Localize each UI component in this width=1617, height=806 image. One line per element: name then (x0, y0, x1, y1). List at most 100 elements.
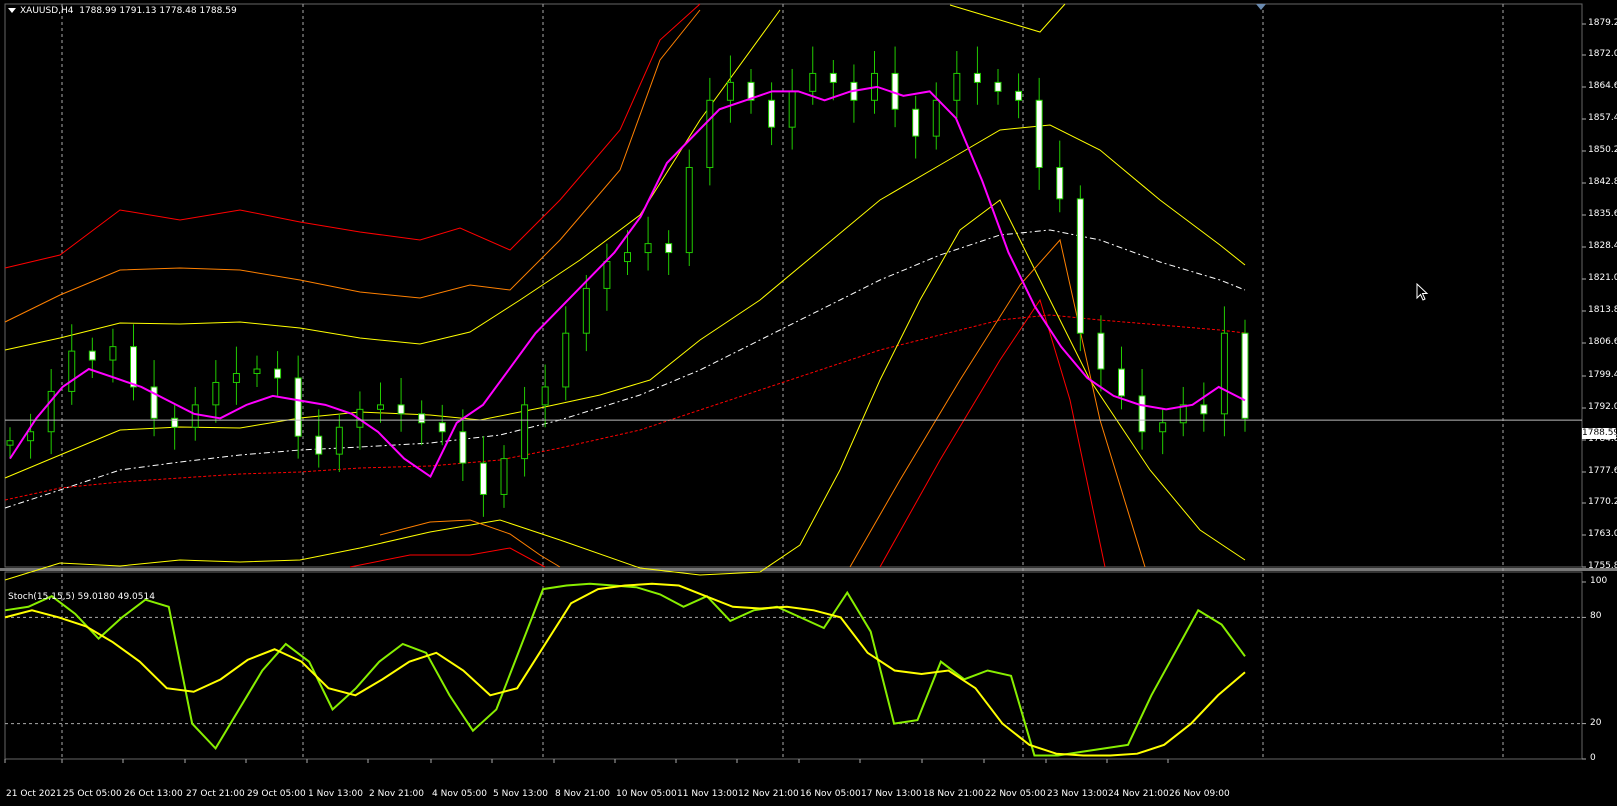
stoch-tick-label: 100 (1590, 576, 1608, 586)
candle-body (418, 413, 426, 424)
envelope-red-upper (4, 3, 701, 269)
x-tick-label: 8 Nov 21:00 (555, 789, 610, 799)
candle-body (912, 108, 920, 137)
envelope-orange-upper (4, 9, 701, 323)
x-tick-label: 4 Nov 05:00 (432, 789, 487, 799)
x-tick-label: 22 Nov 05:00 (985, 789, 1046, 799)
trading-chart-window[interactable]: XAUUSD,H4 1788.99 1791.13 1778.48 1788.5… (0, 0, 1617, 806)
stoch-tick-label: 80 (1590, 611, 1602, 622)
candle-body (644, 243, 652, 254)
candle-body (88, 350, 96, 361)
chart-symbol-header: XAUUSD,H4 1788.99 1791.13 1778.48 1788.5… (8, 6, 237, 16)
candle-body (315, 435, 323, 455)
candle-body (1220, 332, 1228, 415)
candle-body (994, 81, 1002, 92)
y-tick-label: 1755.80 (1588, 561, 1617, 571)
stoch-tick-label: 0 (1590, 753, 1596, 763)
x-tick-label: 1 Nov 13:00 (308, 789, 363, 799)
x-tick-label: 24 Nov 21:00 (1108, 789, 1169, 799)
candle-body (1159, 422, 1167, 433)
x-tick-label: 27 Oct 21:00 (186, 789, 245, 799)
x-tick-label: 18 Nov 21:00 (923, 789, 984, 799)
candle-body (212, 381, 220, 406)
y-tick-label: 1770.20 (1588, 497, 1617, 507)
stochastic-title: Stoch(15,15,5) 59.0180 49.0514 (8, 592, 155, 602)
dropdown-triangle-icon[interactable] (8, 8, 16, 13)
stoch-tick-label: 20 (1590, 717, 1602, 728)
candle-body (829, 72, 837, 83)
envelope-red-lower-right (879, 298, 1106, 568)
candle-body (685, 166, 693, 254)
candle-body (1138, 395, 1146, 433)
y-tick-label: 1879.20 (1588, 18, 1617, 28)
candle-body (932, 99, 940, 137)
x-tick-label: 12 Nov 21:00 (738, 789, 799, 799)
y-tick-label: 1828.40 (1588, 241, 1617, 251)
y-tick-label: 1806.60 (1588, 337, 1617, 347)
candle-body (479, 462, 487, 495)
candle-body (68, 350, 76, 392)
candle-body (500, 458, 508, 495)
x-tick-label: 5 Nov 13:00 (493, 789, 548, 799)
candle-body (706, 99, 714, 168)
panel-separator (0, 568, 1617, 571)
candle-body (377, 404, 384, 410)
candle-body (232, 373, 240, 383)
envelope-red-lower (349, 547, 546, 568)
candle-body (1035, 99, 1043, 168)
x-tick-label: 17 Nov 13:00 (861, 789, 922, 799)
envelope-yellow-upper (4, 9, 781, 351)
chart-canvas[interactable] (0, 0, 1617, 806)
y-tick-label: 1864.60 (1588, 81, 1617, 91)
candle-body (397, 404, 405, 415)
stoch-signal-line (4, 582, 1246, 757)
candle-body (253, 368, 261, 375)
x-tick-label: 25 Oct 05:00 (63, 789, 122, 799)
candle-body (582, 287, 590, 334)
y-tick-label: 1792.00 (1588, 402, 1617, 412)
y-tick-label: 1799.40 (1588, 370, 1617, 380)
envelope-yellow-top-right (949, 3, 1066, 33)
candle-body (768, 99, 776, 128)
candle-body (130, 346, 137, 388)
candle-body (294, 377, 302, 437)
candle-body (603, 261, 611, 289)
candle-body (1118, 368, 1125, 397)
x-tick-label: 10 Nov 05:00 (616, 789, 677, 799)
candle-body (1076, 198, 1084, 334)
y-tick-label: 1857.40 (1588, 113, 1617, 123)
candle-body (191, 404, 199, 428)
candle-body (809, 72, 817, 92)
stoch-main-line (4, 582, 1246, 757)
candle-body (274, 368, 282, 379)
mouse-pointer-icon (1416, 283, 1429, 301)
candle-body (1241, 332, 1249, 419)
x-tick-label: 29 Oct 05:00 (247, 789, 306, 799)
candle-body (953, 72, 961, 101)
y-tick-label: 1850.20 (1588, 145, 1617, 155)
x-tick-label: 16 Nov 05:00 (800, 789, 861, 799)
y-tick-label: 1872.00 (1588, 49, 1617, 59)
candle-body (521, 404, 529, 460)
moving-average-white (4, 229, 1246, 509)
x-tick-label: 2 Nov 21:00 (369, 789, 424, 799)
y-tick-label: 1763.00 (1588, 529, 1617, 539)
candle-body (27, 431, 35, 442)
stochastic-panel-frame (4, 571, 1583, 760)
x-tick-label: 26 Nov 09:00 (1169, 789, 1230, 799)
candle-body (109, 346, 117, 361)
candle-body (6, 440, 14, 446)
y-tick-label: 1835.60 (1588, 209, 1617, 219)
x-tick-label: 21 Oct 2021 (6, 789, 62, 799)
candle-body (541, 386, 549, 406)
y-tick-label: 1842.80 (1588, 177, 1617, 187)
candle-body (562, 332, 570, 388)
chart-shift-marker-icon (1256, 4, 1266, 10)
ohlc-readout: 1788.99 1791.13 1778.48 1788.59 (79, 6, 237, 16)
x-tick-label: 11 Nov 13:00 (677, 789, 738, 799)
y-tick-label: 1777.60 (1588, 466, 1617, 476)
candle-body (1015, 90, 1023, 101)
main-panel-frame (4, 3, 1583, 568)
candle-body (438, 422, 446, 433)
candle-body (335, 426, 343, 455)
